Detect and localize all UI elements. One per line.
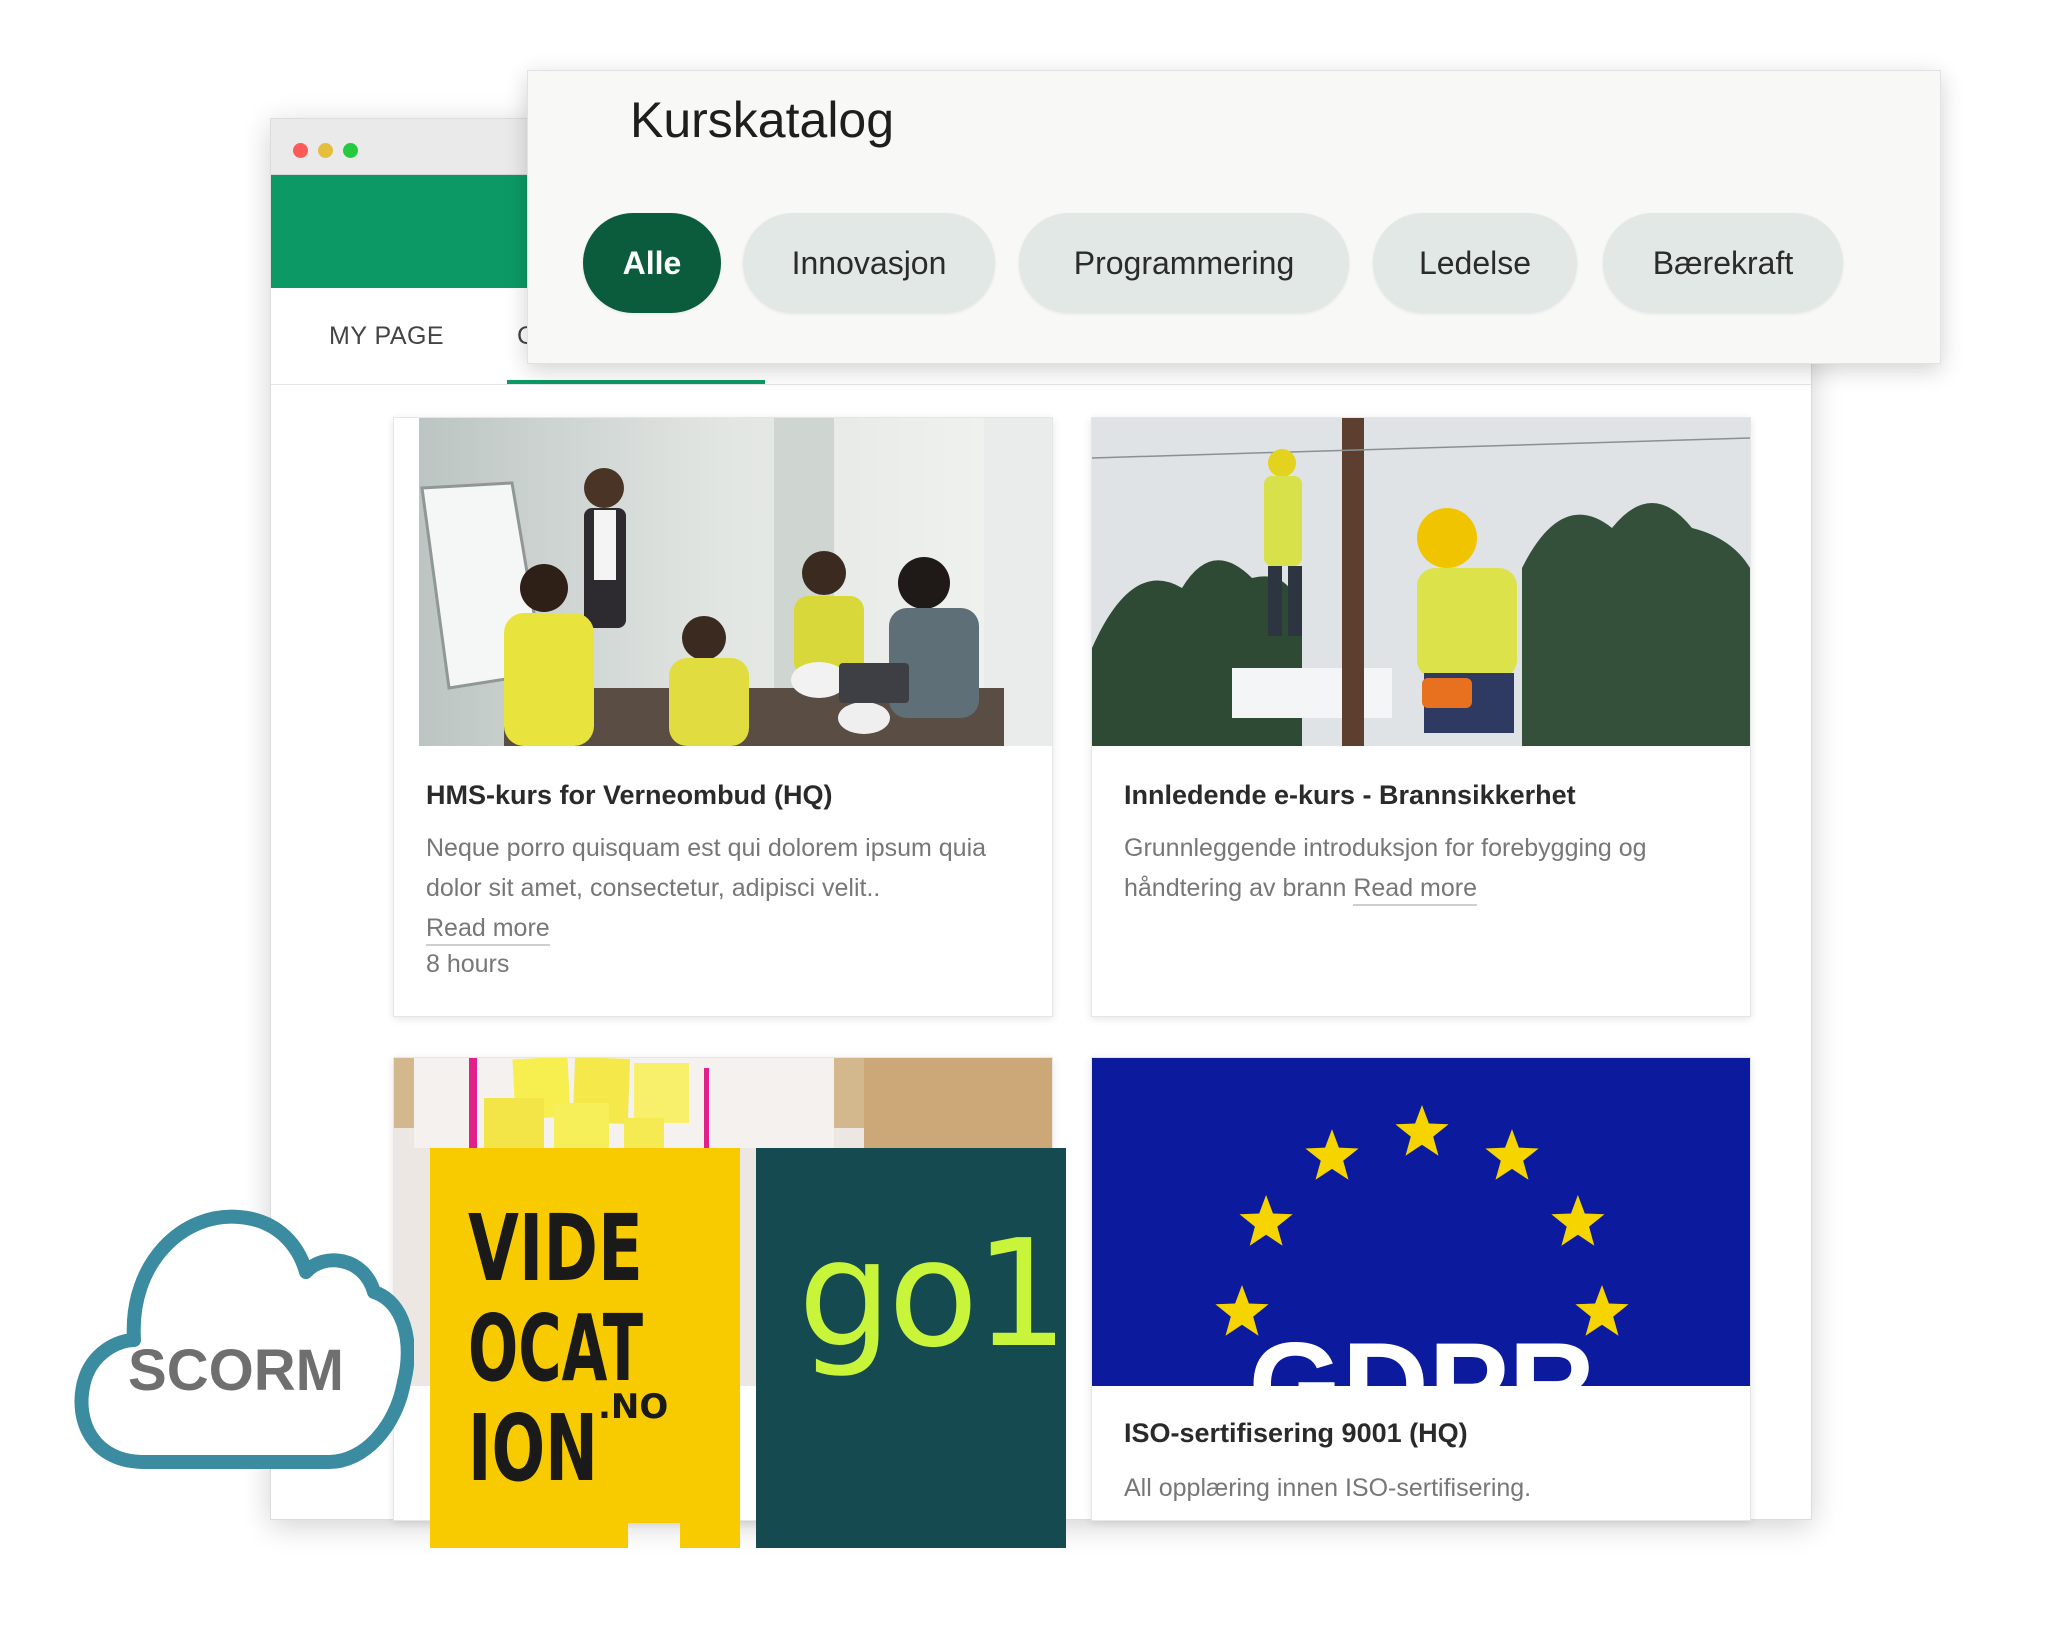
scorm-cloud-logo: SCORM	[74, 1192, 415, 1492]
course-description-text: All opplæring innen ISO-sertifisering.	[1124, 1474, 1532, 1502]
course-title[interactable]: HMS-kurs for Verneombud (HQ)	[426, 780, 833, 811]
active-tab-indicator	[507, 380, 765, 384]
course-card[interactable]: GDPR ISO-sertifisering 9001 (HQ) All opp…	[1091, 1057, 1751, 1521]
close-window-dot[interactable]	[293, 143, 308, 158]
course-card[interactable]: HMS-kurs for Verneombud (HQ) Neque porro…	[393, 417, 1053, 1017]
nav-tab-my-page[interactable]: MY PAGE	[329, 288, 444, 384]
filter-chip-ledelse[interactable]: Ledelse	[1373, 213, 1577, 313]
filter-chip-baerekraft[interactable]: Bærekraft	[1603, 213, 1843, 313]
course-duration: 8 hours	[426, 950, 510, 978]
course-image-gdpr: GDPR	[1092, 1058, 1750, 1386]
minimize-window-dot[interactable]	[318, 143, 333, 158]
go1-logo: go1	[756, 1148, 1069, 1548]
course-title[interactable]: Innledende e-kurs - Brannsikkerhet	[1124, 780, 1576, 811]
scorm-text: SCORM	[128, 1338, 344, 1403]
videocation-logo: VIDE OCAT ION .NO	[430, 1148, 740, 1548]
videocation-suffix: .NO	[598, 1387, 668, 1427]
filter-chip-alle[interactable]: Alle	[583, 213, 721, 313]
filter-chip-programmering[interactable]: Programmering	[1019, 213, 1349, 313]
filter-chip-innovasjon[interactable]: Innovasjon	[743, 213, 995, 313]
read-more-link[interactable]: Read more	[426, 914, 550, 946]
course-title[interactable]: ISO-sertifisering 9001 (HQ)	[1124, 1418, 1468, 1449]
videocation-line-1: VIDE	[468, 1195, 643, 1302]
course-catalog-panel: Kurskatalog Alle Innovasjon Programmerin…	[527, 70, 1941, 364]
course-description: Grunnleggende introduksjon for forebyggi…	[1124, 828, 1724, 908]
course-description: Neque porro quisquam est qui dolorem ips…	[426, 828, 1026, 948]
videocation-line-2: OCAT	[468, 1295, 643, 1402]
course-card[interactable]: Innledende e-kurs - Brannsikkerhet Grunn…	[1091, 417, 1751, 1017]
course-description-text: Neque porro quisquam est qui dolorem ips…	[426, 834, 987, 902]
course-description: All opplæring innen ISO-sertifisering.	[1124, 1468, 1724, 1508]
course-image-power-line-workers	[1092, 418, 1750, 746]
course-image-meeting	[394, 418, 1052, 746]
gdpr-image-text: GDPR	[1249, 1318, 1596, 1386]
read-more-link[interactable]: Read more	[1353, 874, 1478, 906]
videocation-line-3: ION	[468, 1395, 598, 1502]
catalog-title: Kurskatalog	[630, 92, 895, 148]
go1-wordmark: go1	[798, 1208, 1069, 1380]
maximize-window-dot[interactable]	[343, 143, 358, 158]
